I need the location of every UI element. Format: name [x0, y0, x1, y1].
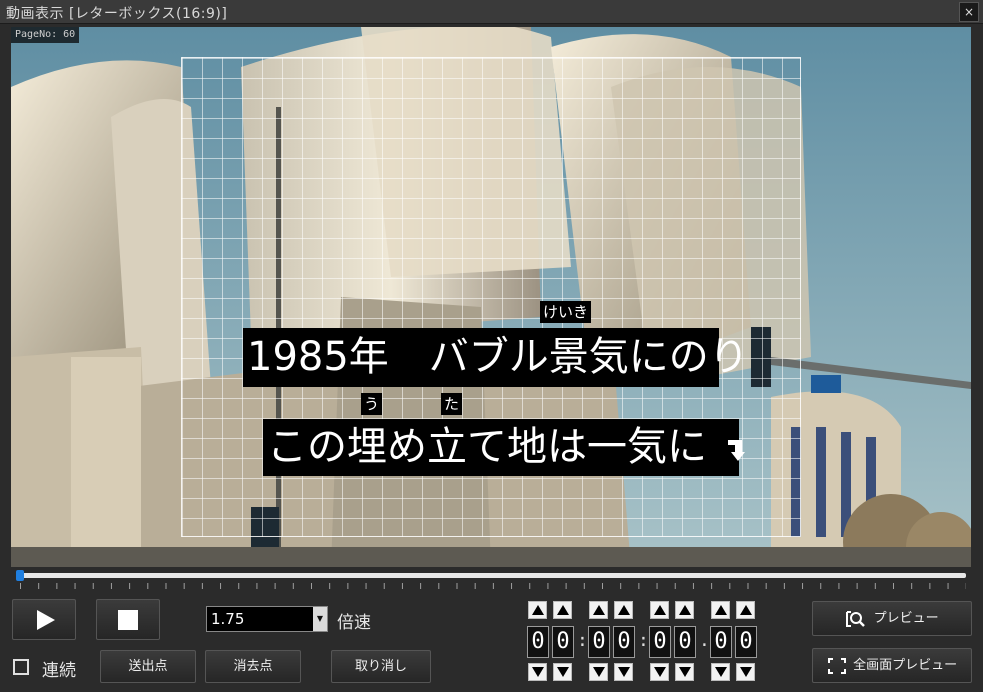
timecode-digit[interactable]: 0 — [710, 626, 732, 658]
digit-up-button[interactable] — [553, 601, 572, 619]
digit-down-button[interactable] — [614, 663, 633, 681]
timecode-separator: : — [638, 630, 649, 651]
ruby-text: けいき — [540, 301, 592, 323]
seek-handle[interactable] — [16, 570, 24, 581]
digit-up-button[interactable] — [528, 601, 547, 619]
timecode-separator: : — [577, 630, 588, 651]
arrow-down-icon — [715, 667, 727, 677]
window-title: 動画表示 [レターボックス(16:9)] — [6, 6, 228, 22]
undo-button[interactable]: 取り消し — [331, 650, 431, 683]
fullscreen-preview-label: 全画面プレビュー — [853, 658, 958, 673]
arrow-down-icon — [740, 667, 752, 677]
digit-down-button[interactable] — [553, 663, 572, 681]
continuous-checkbox[interactable] — [13, 659, 29, 675]
arrow-up-icon — [618, 605, 630, 615]
timecode-digit[interactable]: 0 — [649, 626, 671, 658]
fullscreen-preview-button[interactable]: 全画面プレビュー — [812, 648, 972, 683]
stop-icon — [118, 610, 138, 630]
timecode-digit[interactable]: 0 — [613, 626, 635, 658]
magnifier-icon — [846, 610, 866, 627]
arrow-up-icon — [532, 605, 544, 615]
timecode-separator: . — [699, 630, 710, 651]
ruby-text: た — [441, 393, 463, 415]
digit-up-button[interactable] — [614, 601, 633, 619]
play-icon — [37, 610, 55, 630]
close-button[interactable]: × — [959, 2, 979, 22]
line-break-icon — [727, 440, 745, 461]
fullscreen-icon — [827, 657, 846, 674]
timecode-digit[interactable]: 0 — [588, 626, 610, 658]
arrow-down-icon — [532, 667, 544, 677]
arrow-up-icon — [715, 605, 727, 615]
subtitle-line-2-text: この埋め立て地は一気に — [267, 424, 707, 470]
subtitle-line-2[interactable]: この埋め立て地は一気に — [263, 419, 745, 476]
digit-up-button[interactable] — [675, 601, 694, 619]
ruby-text: う — [361, 393, 383, 415]
arrow-down-icon — [654, 667, 666, 677]
arrow-down-icon — [557, 667, 569, 677]
continuous-label: 連続 — [42, 661, 76, 681]
digit-down-button[interactable] — [675, 663, 694, 681]
arrow-down-icon — [679, 667, 691, 677]
timecode-digit[interactable]: 0 — [735, 626, 757, 658]
play-button[interactable] — [12, 599, 76, 640]
arrow-up-icon — [740, 605, 752, 615]
page-number-label: PageNo: 60 — [11, 27, 80, 43]
digit-down-button[interactable] — [650, 663, 669, 681]
erase-point-button[interactable]: 消去点 — [205, 650, 301, 683]
digit-up-button[interactable] — [650, 601, 669, 619]
arrow-up-icon — [557, 605, 569, 615]
digit-up-button[interactable] — [589, 601, 608, 619]
subtitle-line-1[interactable]: 1985年 バブル景気にのり — [243, 328, 749, 387]
subtitle-line-1-text: 1985年 バブル景気にのり — [247, 334, 749, 380]
speed-dropdown[interactable]: 1.75 ▼ — [206, 606, 328, 632]
timecode-digit[interactable]: 0 — [552, 626, 574, 658]
seek-bar[interactable] — [20, 573, 966, 578]
title-bar: 動画表示 [レターボックス(16:9)] × — [0, 0, 983, 24]
digit-down-button[interactable] — [589, 663, 608, 681]
chevron-down-icon[interactable]: ▼ — [313, 607, 327, 631]
preview-button[interactable]: プレビュー — [812, 601, 972, 636]
digit-down-button[interactable] — [711, 663, 730, 681]
arrow-down-icon — [593, 667, 605, 677]
video-preview[interactable]: PageNo: 60 けいき 1985年 バブル景気にのり う た この埋め立て… — [11, 27, 971, 567]
seek-ticks — [20, 583, 966, 589]
speed-value: 1.75 — [211, 610, 245, 628]
preview-label: プレビュー — [873, 611, 939, 626]
arrow-up-icon — [679, 605, 691, 615]
digit-down-button[interactable] — [736, 663, 755, 681]
stop-button[interactable] — [96, 599, 160, 640]
arrow-down-icon — [618, 667, 630, 677]
speed-unit-label: 倍速 — [337, 613, 371, 633]
timecode-digit[interactable]: 0 — [527, 626, 549, 658]
digit-down-button[interactable] — [528, 663, 547, 681]
arrow-up-icon — [654, 605, 666, 615]
digit-up-button[interactable] — [711, 601, 730, 619]
timecode-digit[interactable]: 0 — [674, 626, 696, 658]
arrow-up-icon — [593, 605, 605, 615]
send-point-button[interactable]: 送出点 — [100, 650, 196, 683]
digit-up-button[interactable] — [736, 601, 755, 619]
